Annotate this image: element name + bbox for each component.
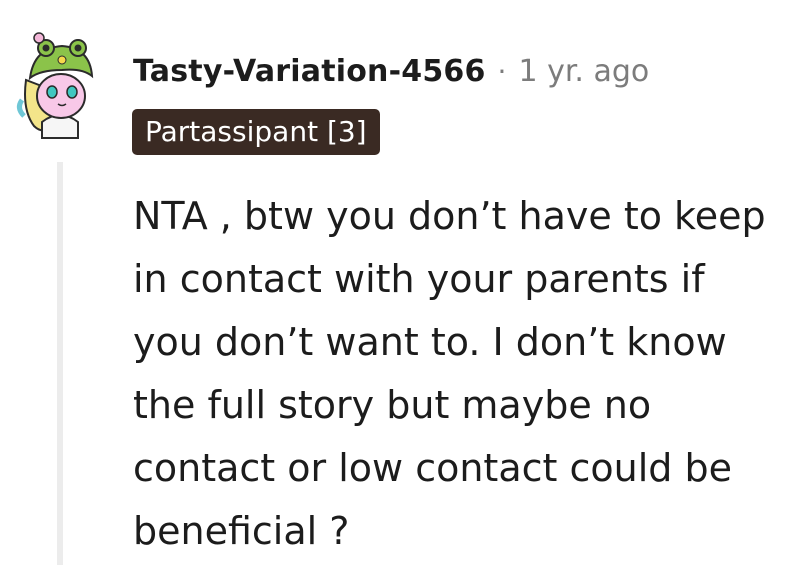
comment-header: Tasty-Variation-4566 · 1 yr. ago (133, 50, 649, 92)
user-flair-badge: Partassipant [3] (132, 109, 380, 155)
frog-hat-avatar-icon (16, 32, 94, 139)
comment: Tasty-Variation-4566 · 1 yr. ago Partass… (0, 0, 787, 565)
user-avatar[interactable] (12, 30, 102, 140)
comment-timestamp[interactable]: 1 yr. ago (518, 54, 649, 89)
thread-collapse-line[interactable] (57, 162, 63, 565)
username-link[interactable]: Tasty-Variation-4566 (133, 54, 486, 89)
separator-dot: · (497, 54, 507, 88)
comment-body: NTA , btw you don’t have to keep in cont… (133, 194, 766, 553)
